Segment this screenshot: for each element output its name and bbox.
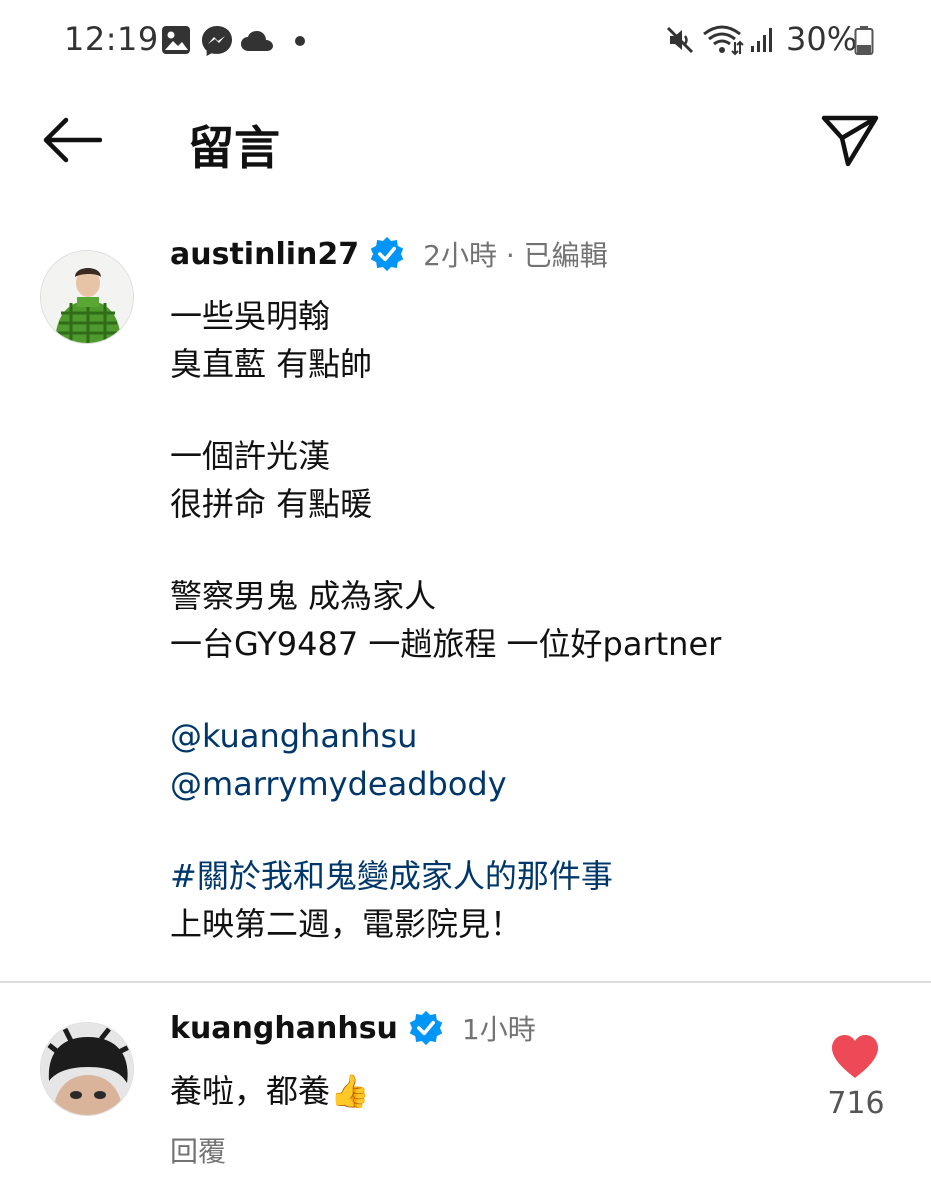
post-username[interactable]: austinlin27: [170, 237, 359, 272]
page-title: 留言: [188, 121, 280, 175]
comment-text: 養啦，都養👍: [170, 1066, 370, 1112]
thumbs-up-emoji: 👍: [330, 1072, 370, 1110]
hashtag-link[interactable]: #關於我和鬼變成家人的那件事: [170, 852, 721, 900]
header: 留言: [0, 90, 931, 190]
signal-icon: [751, 28, 772, 52]
caption-line: 上映第二週，電影院見！: [170, 905, 523, 943]
caption-line: 一些吳明翰: [170, 297, 331, 335]
verified-badge-icon: [409, 1010, 443, 1046]
caption-gap: [170, 668, 721, 712]
comment-time: 1小時: [461, 1013, 536, 1046]
mention-link-kuanghanhsu[interactable]: @kuanghanhsu: [170, 712, 721, 760]
battery-percent: 30%: [786, 20, 858, 58]
like-count: 716: [827, 1086, 885, 1121]
cloud-icon: [241, 31, 273, 51]
mute-icon: [666, 26, 694, 54]
caption-gap: [170, 808, 721, 852]
caption-line: 很拼命 有點暖: [170, 485, 373, 523]
avatar[interactable]: [40, 1022, 134, 1116]
caption-line: 臭直藍 有點帥: [170, 345, 373, 383]
back-button[interactable]: [36, 108, 108, 172]
avatar[interactable]: [40, 250, 134, 344]
post-header: austinlin27 2小時 · 已編輯: [170, 234, 608, 274]
caption-gap: [170, 528, 721, 572]
arrow-left-icon: [43, 117, 102, 163]
divider: [0, 981, 931, 983]
reply-button[interactable]: 回覆: [170, 1130, 226, 1170]
comment-text-body: 養啦，都養: [170, 1072, 331, 1110]
avatar-image: [41, 251, 133, 343]
caption-line: 一個許光漢: [170, 437, 331, 475]
comment-username[interactable]: kuanghanhsu: [170, 1011, 398, 1046]
heart-icon[interactable]: [830, 1034, 880, 1080]
caption-line: 警察男鬼 成為家人: [170, 577, 437, 615]
messenger-icon: [202, 26, 232, 56]
caption-line: 一台GY9487 一趟旅程 一位好partner: [170, 625, 722, 663]
notification-dot-icon: [295, 36, 305, 46]
verified-badge-icon: [370, 236, 404, 272]
avatar-image: [41, 1023, 133, 1115]
comment-header: kuanghanhsu 1小時: [170, 1008, 536, 1048]
status-bar: 12:19 30%: [0, 0, 931, 80]
status-time: 12:19: [64, 20, 159, 58]
share-button[interactable]: [812, 102, 888, 178]
mention-link-marrymydeadbody[interactable]: @marrymydeadbody: [170, 760, 721, 808]
caption-gap: [170, 388, 721, 432]
gallery-icon: [162, 26, 190, 54]
wifi-icon: [703, 25, 744, 56]
post-caption-text: 一些吳明翰 臭直藍 有點帥 一個許光漢 很拼命 有點暖 警察男鬼 成為家人 一台…: [170, 292, 721, 948]
send-icon: [821, 115, 879, 167]
battery-icon: [854, 26, 874, 55]
post-meta: 2小時 · 已編輯: [423, 239, 608, 272]
